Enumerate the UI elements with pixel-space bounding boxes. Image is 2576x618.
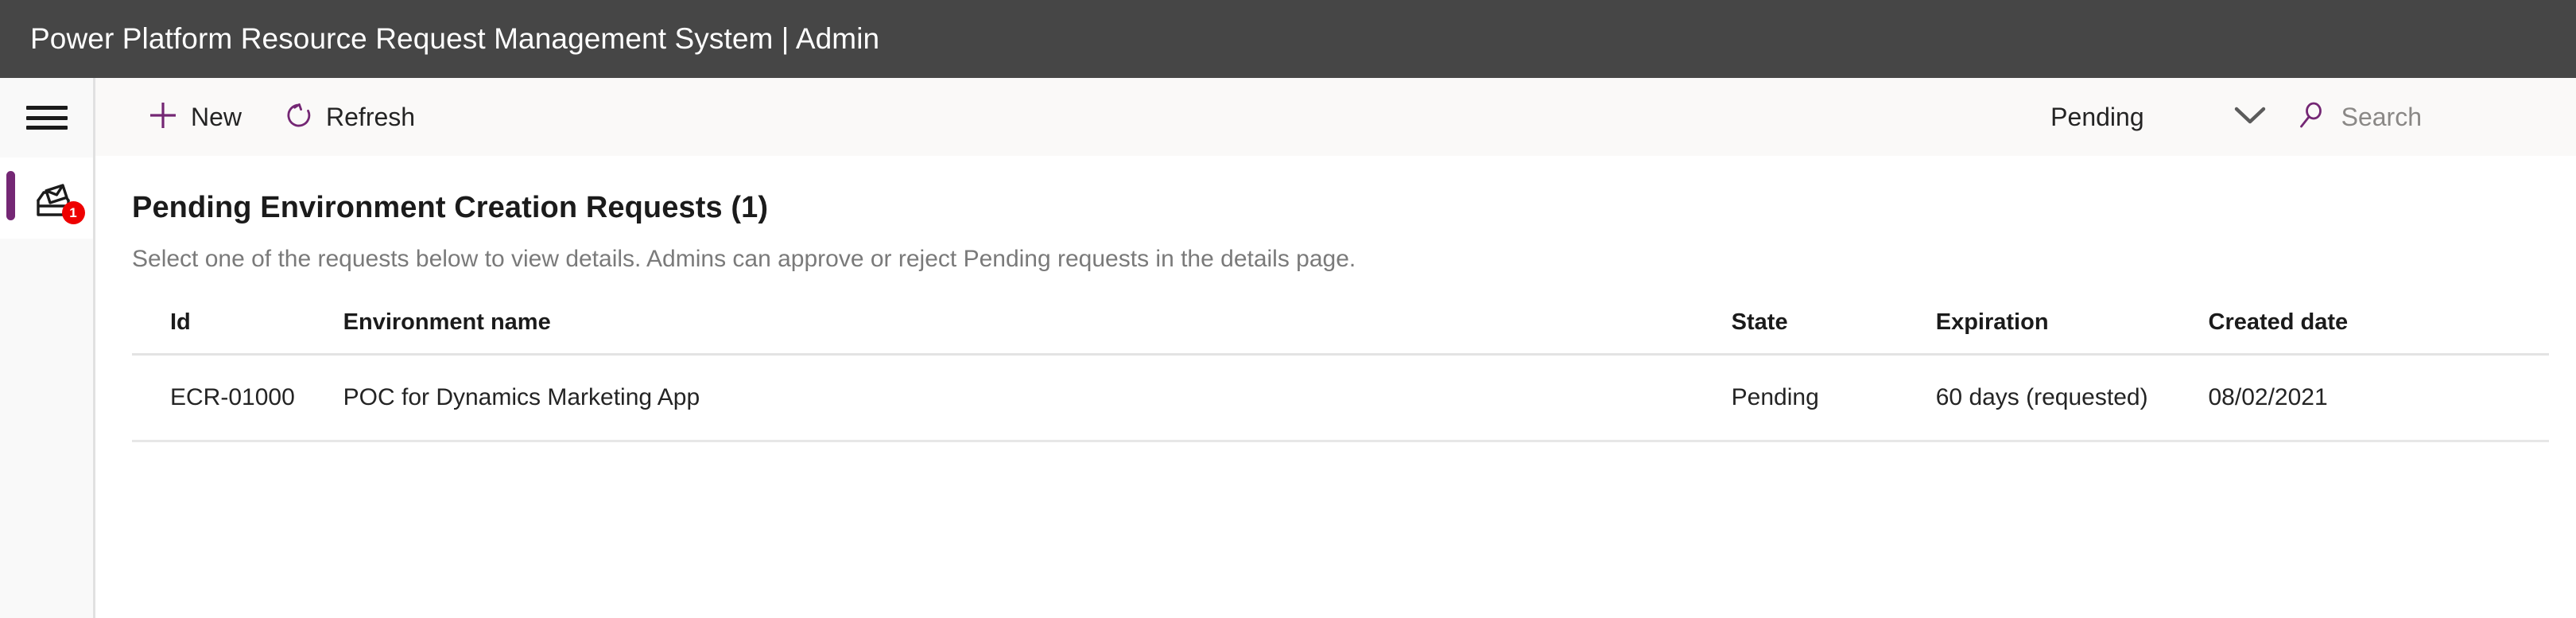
search-input[interactable]: Search bbox=[2286, 93, 2433, 142]
table-header-row: Id Environment name State Expiration Cre… bbox=[132, 309, 2549, 356]
table-body: ECR-01000 POC for Dynamics Marketing App… bbox=[132, 354, 2549, 442]
table-header: Id Environment name State Expiration Cre… bbox=[132, 309, 2549, 356]
search-placeholder: Search bbox=[2341, 102, 2422, 131]
refresh-icon bbox=[285, 101, 313, 134]
column-header-state[interactable]: State bbox=[1731, 309, 1936, 356]
hamburger-icon bbox=[25, 106, 68, 130]
app-body: 1 New Refresh Pending Search Pending Env… bbox=[0, 78, 2576, 618]
command-bar: New Refresh Pending Search bbox=[95, 78, 2576, 156]
state-filter-dropdown[interactable]: Pending bbox=[2041, 95, 2277, 140]
page-subtitle: Select one of the requests below to view… bbox=[132, 246, 1356, 272]
left-nav-rail: 1 bbox=[0, 78, 95, 618]
new-button[interactable]: New bbox=[134, 92, 256, 142]
app-title-bar: Power Platform Resource Request Manageme… bbox=[0, 0, 2576, 78]
requests-table: Id Environment name State Expiration Cre… bbox=[132, 309, 2549, 442]
cell-state: Pending bbox=[1731, 354, 1936, 442]
column-header-created-date[interactable]: Created date bbox=[2208, 309, 2549, 356]
cell-expiration: 60 days (requested) bbox=[1935, 354, 2209, 442]
new-button-label: New bbox=[191, 102, 242, 131]
cell-environment-name: POC for Dynamics Marketing App bbox=[343, 354, 1732, 442]
content-area: Pending Environment Creation Requests (1… bbox=[95, 156, 2576, 618]
table-row[interactable]: ECR-01000 POC for Dynamics Marketing App… bbox=[132, 354, 2549, 442]
sidebar-item-requests[interactable]: 1 bbox=[0, 157, 93, 239]
hamburger-menu-button[interactable] bbox=[0, 78, 93, 157]
state-filter-value: Pending bbox=[2050, 102, 2144, 131]
page-title: Pending Environment Creation Requests (1… bbox=[132, 191, 769, 224]
cell-created-date: 08/02/2021 bbox=[2208, 354, 2549, 442]
refresh-button-label: Refresh bbox=[326, 102, 416, 131]
plus-icon bbox=[148, 100, 178, 134]
inbox-icon: 1 bbox=[29, 173, 85, 224]
refresh-button[interactable]: Refresh bbox=[270, 93, 429, 142]
column-header-id[interactable]: Id bbox=[132, 309, 343, 356]
notification-badge: 1 bbox=[61, 201, 85, 224]
main-column: New Refresh Pending Search Pending Envir… bbox=[95, 78, 2576, 618]
selection-indicator bbox=[6, 171, 15, 220]
cell-id: ECR-01000 bbox=[132, 354, 343, 442]
column-header-expiration[interactable]: Expiration bbox=[1935, 309, 2209, 356]
app-title: Power Platform Resource Request Manageme… bbox=[30, 22, 880, 55]
search-icon bbox=[2297, 101, 2326, 134]
column-header-environment-name[interactable]: Environment name bbox=[343, 309, 1732, 356]
chevron-down-icon bbox=[2232, 103, 2268, 131]
